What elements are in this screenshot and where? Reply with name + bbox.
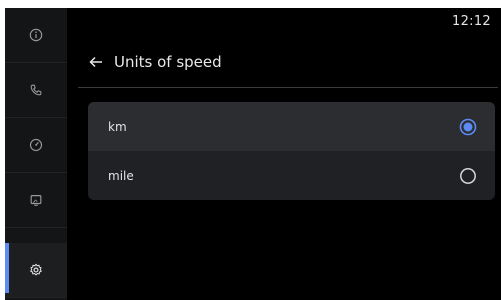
back-arrow-icon[interactable] bbox=[88, 54, 104, 70]
page-title: Units of speed bbox=[114, 53, 222, 71]
status-clock: 12:12 bbox=[452, 14, 491, 29]
rail-item-settings[interactable] bbox=[5, 243, 67, 298]
active-indicator bbox=[5, 243, 9, 293]
rail-item-display[interactable] bbox=[5, 173, 67, 228]
rail-item-phone[interactable] bbox=[5, 63, 67, 118]
gear-icon bbox=[30, 263, 42, 276]
rail-item-info[interactable] bbox=[5, 8, 67, 63]
phone-icon bbox=[30, 84, 42, 96]
top-strip bbox=[0, 0, 501, 8]
option-label: km bbox=[108, 119, 127, 134]
info-icon bbox=[29, 28, 43, 42]
header-divider bbox=[78, 87, 498, 88]
options-list: km mile bbox=[88, 102, 495, 200]
rail-item-speed[interactable] bbox=[5, 118, 67, 173]
option-label: mile bbox=[108, 168, 134, 183]
speedometer-icon bbox=[29, 138, 43, 152]
display-icon bbox=[30, 195, 42, 206]
radio-selected-icon[interactable] bbox=[459, 118, 477, 136]
navigation-rail bbox=[5, 8, 67, 300]
option-km[interactable]: km bbox=[88, 102, 495, 151]
option-mile[interactable]: mile bbox=[88, 151, 495, 200]
radio-unselected-icon[interactable] bbox=[459, 167, 477, 185]
page-header: Units of speed bbox=[88, 48, 222, 76]
